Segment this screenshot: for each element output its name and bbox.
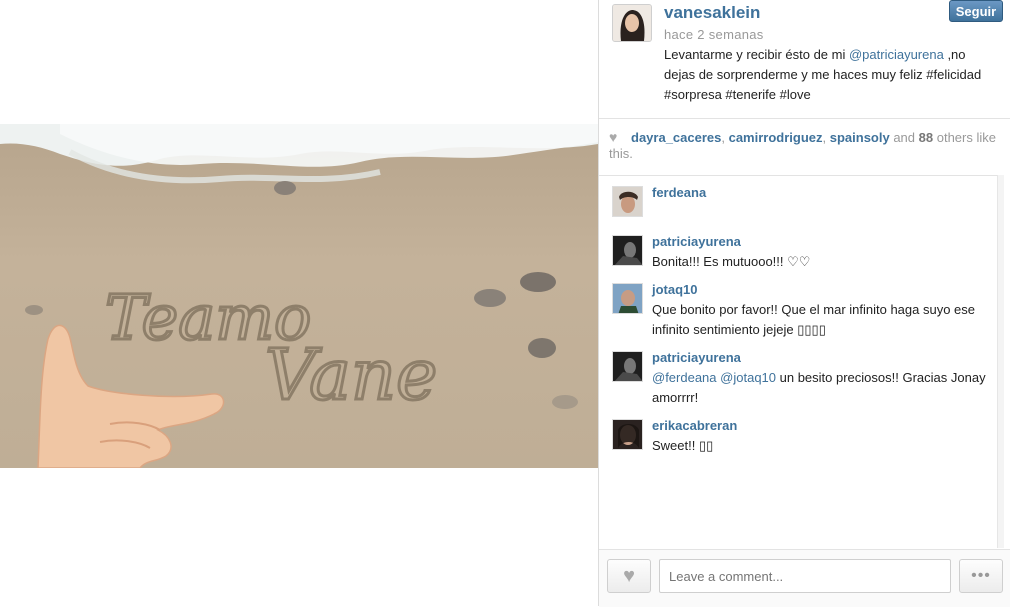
comment-avatar[interactable] bbox=[612, 283, 643, 314]
caption-mention[interactable]: @patriciayurena bbox=[849, 47, 944, 62]
comment-username[interactable]: patriciayurena bbox=[652, 234, 741, 249]
like-button[interactable]: ♥ bbox=[607, 559, 651, 593]
like-user-2[interactable]: camirrodriguez bbox=[729, 130, 823, 145]
post-photo[interactable]: Teamo Vane bbox=[0, 124, 598, 468]
comment-username[interactable]: ferdeana bbox=[652, 185, 706, 200]
comment-avatar[interactable] bbox=[612, 235, 643, 266]
like-count[interactable]: 88 bbox=[919, 130, 933, 145]
post-username[interactable]: vanesaklein bbox=[664, 3, 760, 23]
comments-scrollbar[interactable] bbox=[997, 175, 1004, 548]
comment-footer: ♥ ••• bbox=[599, 549, 1010, 607]
comment-avatar[interactable] bbox=[612, 419, 643, 450]
like-separator-2: , bbox=[822, 130, 830, 145]
avatar[interactable] bbox=[612, 4, 652, 42]
likes-summary: ♥ dayra_caceres, camirrodriguez, spainsol… bbox=[609, 129, 999, 162]
more-options-button[interactable]: ••• bbox=[959, 559, 1003, 593]
comment-mention[interactable]: @jotaq10 bbox=[720, 370, 776, 385]
comment-username[interactable]: patriciayurena bbox=[652, 350, 741, 365]
comment-avatar[interactable] bbox=[612, 351, 643, 382]
like-and: and bbox=[889, 130, 919, 145]
comment-text: Sweet!! ▯▯ bbox=[652, 438, 714, 453]
post-timestamp[interactable]: hace 2 semanas bbox=[664, 27, 764, 42]
sand-writing-line2: Vane bbox=[265, 334, 437, 416]
like-user-3[interactable]: spainsoly bbox=[830, 130, 890, 145]
comment-input[interactable] bbox=[659, 559, 951, 593]
caption-text-start: Levantarme y recibir ésto de mi bbox=[664, 47, 849, 62]
comment-avatar[interactable] bbox=[612, 186, 643, 217]
comment-username[interactable]: jotaq10 bbox=[652, 282, 698, 297]
photo-area: Teamo Vane bbox=[0, 0, 598, 606]
comment-mention[interactable]: @ferdeana bbox=[652, 370, 717, 385]
follow-button[interactable]: Seguir bbox=[949, 0, 1003, 22]
comment-username[interactable]: erikacabreran bbox=[652, 418, 737, 433]
heart-icon: ♥ bbox=[609, 129, 618, 145]
comment-text: Que bonito por favor!! Que el mar infini… bbox=[652, 302, 976, 337]
comment-text: @ferdeana @jotaq10 un besito preciosos!!… bbox=[652, 368, 987, 408]
post-caption: Levantarme y recibir ésto de mi @patrici… bbox=[664, 45, 999, 105]
heart-icon: ♥ bbox=[623, 565, 635, 587]
like-user-1[interactable]: dayra_caceres bbox=[631, 130, 721, 145]
like-separator-1: , bbox=[721, 130, 729, 145]
post-header: vanesaklein hace 2 semanas Levantarme y … bbox=[599, 0, 1010, 119]
comments-list: ferdeana patriciayurena Bonita!!! Es mut… bbox=[599, 175, 997, 549]
post-detail-panel: vanesaklein hace 2 semanas Levantarme y … bbox=[598, 0, 1010, 607]
more-dots-icon: ••• bbox=[971, 567, 991, 584]
comment-text: Bonita!!! Es mutuooo!!! ♡♡ bbox=[652, 254, 811, 269]
